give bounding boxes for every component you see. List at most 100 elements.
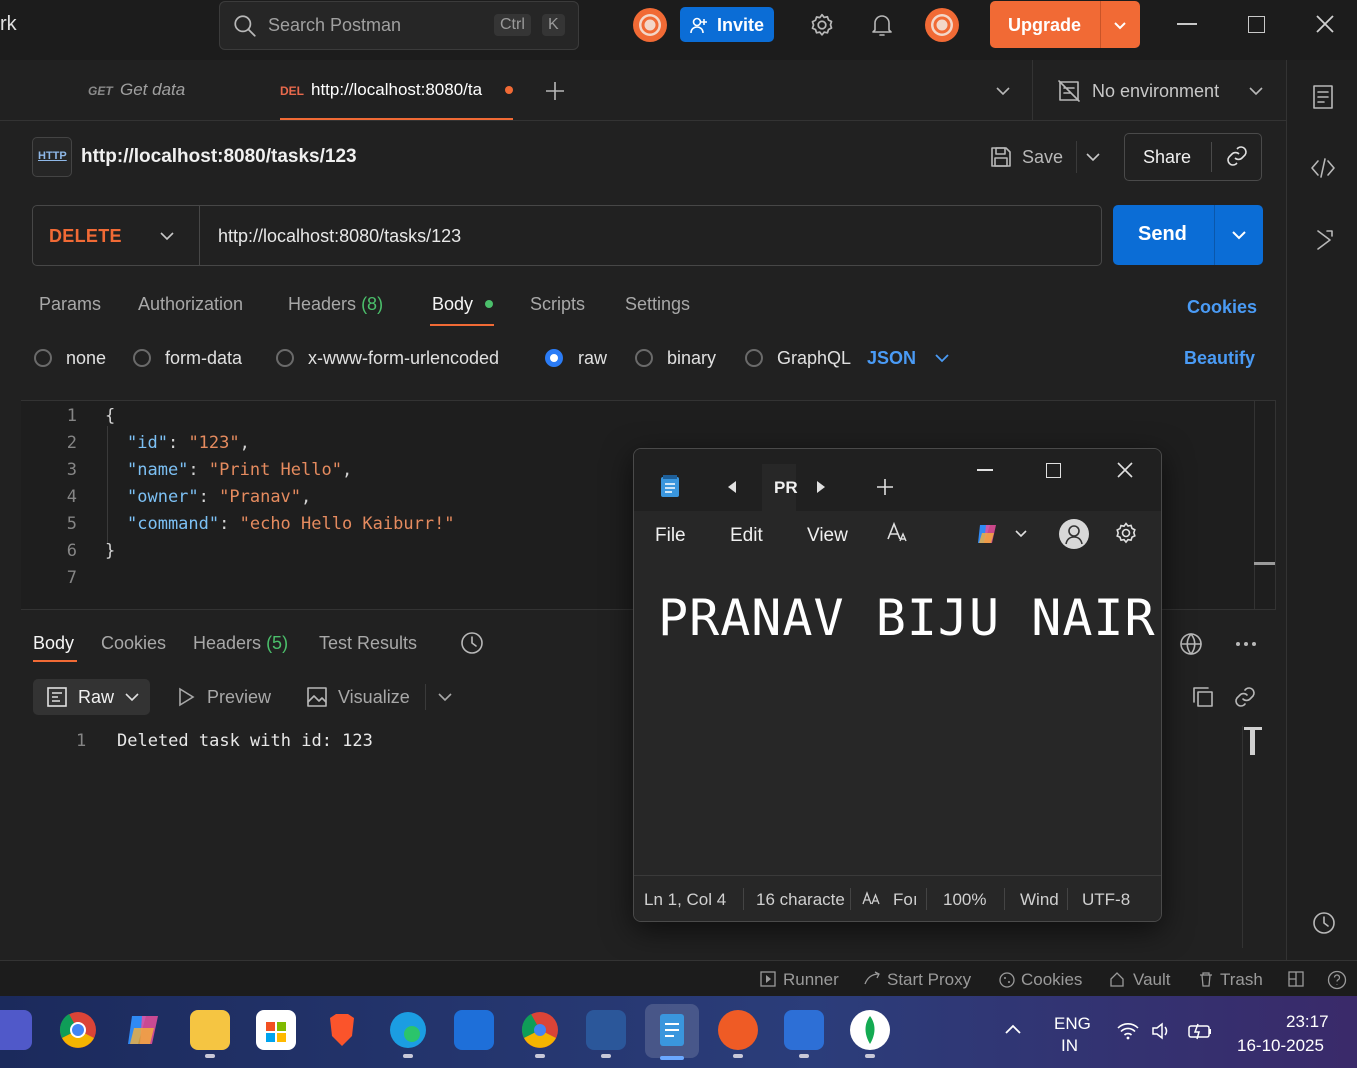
response-tab-headers[interactable]: Headers (5) <box>193 633 288 654</box>
upgrade-button[interactable]: Upgrade <box>990 1 1140 48</box>
menu-view[interactable]: View <box>807 525 848 547</box>
bell-icon[interactable] <box>870 12 894 38</box>
radio-urlencoded[interactable] <box>276 349 294 367</box>
language-indicator-top[interactable]: ENG <box>1054 1014 1091 1034</box>
chevron-down-icon[interactable] <box>934 351 950 365</box>
status-zoom[interactable]: 100% <box>943 890 986 910</box>
radio-binary[interactable] <box>635 349 653 367</box>
format-select[interactable]: JSON <box>867 348 916 369</box>
notepad-tab[interactable]: PR <box>762 464 798 511</box>
tab-get-data[interactable]: GET Get data <box>10 60 268 120</box>
beautify-link[interactable]: Beautify <box>1184 348 1255 369</box>
settings-gear-icon[interactable] <box>809 12 835 38</box>
chevron-down-icon[interactable] <box>1014 528 1028 540</box>
clock-time[interactable]: 23:17 <box>1286 1012 1329 1032</box>
file-explorer-icon[interactable] <box>190 1010 230 1050</box>
status-font[interactable]: Foı <box>893 890 917 910</box>
menu-edit[interactable]: Edit <box>730 525 763 547</box>
close-icon[interactable] <box>1117 462 1133 478</box>
scrollbar-track[interactable] <box>1254 401 1255 609</box>
url-input[interactable]: http://localhost:8080/tasks/123 <box>218 226 461 247</box>
profile-avatar-icon[interactable] <box>924 7 960 43</box>
font-format-icon[interactable] <box>886 521 910 545</box>
search-input[interactable]: Search Postman Ctrl K <box>219 1 579 50</box>
powershell-icon[interactable] <box>784 1010 824 1050</box>
related-collections-icon[interactable] <box>1313 228 1335 252</box>
globe-icon[interactable] <box>1178 631 1204 657</box>
tab-settings[interactable]: Settings <box>625 294 690 315</box>
close-icon[interactable] <box>1315 14 1335 34</box>
response-tab-test-results[interactable]: Test Results <box>319 633 417 654</box>
teams-icon[interactable] <box>0 1010 32 1050</box>
visualize-button[interactable]: Visualize <box>338 687 410 708</box>
status-line-ending[interactable]: Wind <box>1020 890 1064 910</box>
volume-icon[interactable] <box>1151 1022 1173 1040</box>
new-tab-plus-icon[interactable] <box>876 478 894 496</box>
vault-button[interactable]: Vault <box>1133 970 1171 990</box>
notepad-taskbar-button[interactable] <box>645 1004 699 1058</box>
wifi-icon[interactable] <box>1117 1022 1139 1040</box>
radio-graphql[interactable] <box>745 349 763 367</box>
scrollbar-thumb[interactable] <box>1254 562 1275 565</box>
copilot-app-icon[interactable] <box>124 1010 164 1050</box>
response-scrollbar-track[interactable] <box>1242 726 1243 948</box>
runner-button[interactable]: Runner <box>783 970 839 990</box>
cookies-button[interactable]: Cookies <box>1021 970 1082 990</box>
chevron-down-icon[interactable] <box>1112 17 1128 33</box>
copy-icon[interactable] <box>1191 685 1215 709</box>
mongodb-compass-icon[interactable] <box>850 1010 890 1050</box>
radio-form-data[interactable] <box>133 349 151 367</box>
tab-scroll-right-icon[interactable] <box>815 480 827 494</box>
word-icon[interactable] <box>586 1010 626 1050</box>
documentation-icon[interactable] <box>1311 84 1335 110</box>
azure-data-studio-icon[interactable] <box>454 1010 494 1050</box>
radio-raw[interactable] <box>545 349 563 367</box>
avatar-icon[interactable] <box>632 7 668 43</box>
battery-icon[interactable] <box>1187 1021 1213 1041</box>
start-proxy-button[interactable]: Start Proxy <box>887 970 971 990</box>
code-icon[interactable] <box>1309 156 1337 180</box>
tab-headers[interactable]: Headers (8) <box>288 294 383 315</box>
radio-none[interactable] <box>34 349 52 367</box>
language-indicator-bottom[interactable]: IN <box>1061 1036 1078 1056</box>
maximize-icon[interactable] <box>1248 16 1265 33</box>
brave-icon[interactable] <box>322 1010 362 1050</box>
tab-scripts[interactable]: Scripts <box>530 294 585 315</box>
link-icon[interactable] <box>1233 685 1257 709</box>
history-icon[interactable] <box>1311 910 1337 936</box>
layout-toggle-icon[interactable] <box>1288 971 1304 987</box>
copilot-icon[interactable] <box>974 521 1000 547</box>
tab-authorization[interactable]: Authorization <box>138 294 243 315</box>
status-encoding[interactable]: UTF-8 <box>1082 890 1130 910</box>
tabs-overflow-chevron-icon[interactable] <box>995 84 1011 98</box>
raw-view-select[interactable]: Raw <box>33 679 150 715</box>
notepad-text-area[interactable]: PRANAV BIJU NAIR <box>634 561 1161 875</box>
tab-params[interactable]: Params <box>39 294 101 315</box>
show-hidden-icons-chevron-icon[interactable] <box>1004 1022 1022 1036</box>
chevron-down-icon[interactable] <box>437 690 453 704</box>
maximize-icon[interactable] <box>1046 463 1061 478</box>
chevron-down-icon[interactable] <box>1231 228 1247 242</box>
cookies-link[interactable]: Cookies <box>1187 297 1257 318</box>
minimize-icon[interactable] <box>1177 23 1197 25</box>
postman-icon[interactable] <box>718 1010 758 1050</box>
trash-button[interactable]: Trash <box>1220 970 1263 990</box>
tab-scroll-left-icon[interactable] <box>726 480 738 494</box>
method-select[interactable]: DELETE <box>33 206 198 265</box>
response-history-icon[interactable] <box>459 630 485 656</box>
help-icon[interactable] <box>1327 970 1347 990</box>
link-icon[interactable] <box>1225 144 1249 168</box>
menu-file[interactable]: File <box>655 525 686 547</box>
tab-body[interactable]: Body <box>432 294 473 315</box>
environment-selector[interactable]: No environment <box>1055 60 1275 120</box>
clock-date[interactable]: 16-10-2025 <box>1237 1036 1324 1056</box>
share-button[interactable]: Share <box>1124 133 1262 181</box>
chrome-icon[interactable] <box>58 1010 98 1050</box>
save-button[interactable]: Save <box>985 134 1069 180</box>
edge-icon[interactable] <box>388 1010 428 1050</box>
response-tab-cookies[interactable]: Cookies <box>101 633 166 654</box>
request-title[interactable]: http://localhost:8080/tasks/123 <box>81 146 357 168</box>
response-tab-body[interactable]: Body <box>33 633 74 654</box>
settings-gear-icon[interactable] <box>1114 521 1138 545</box>
save-options-chevron-icon[interactable] <box>1085 150 1101 164</box>
